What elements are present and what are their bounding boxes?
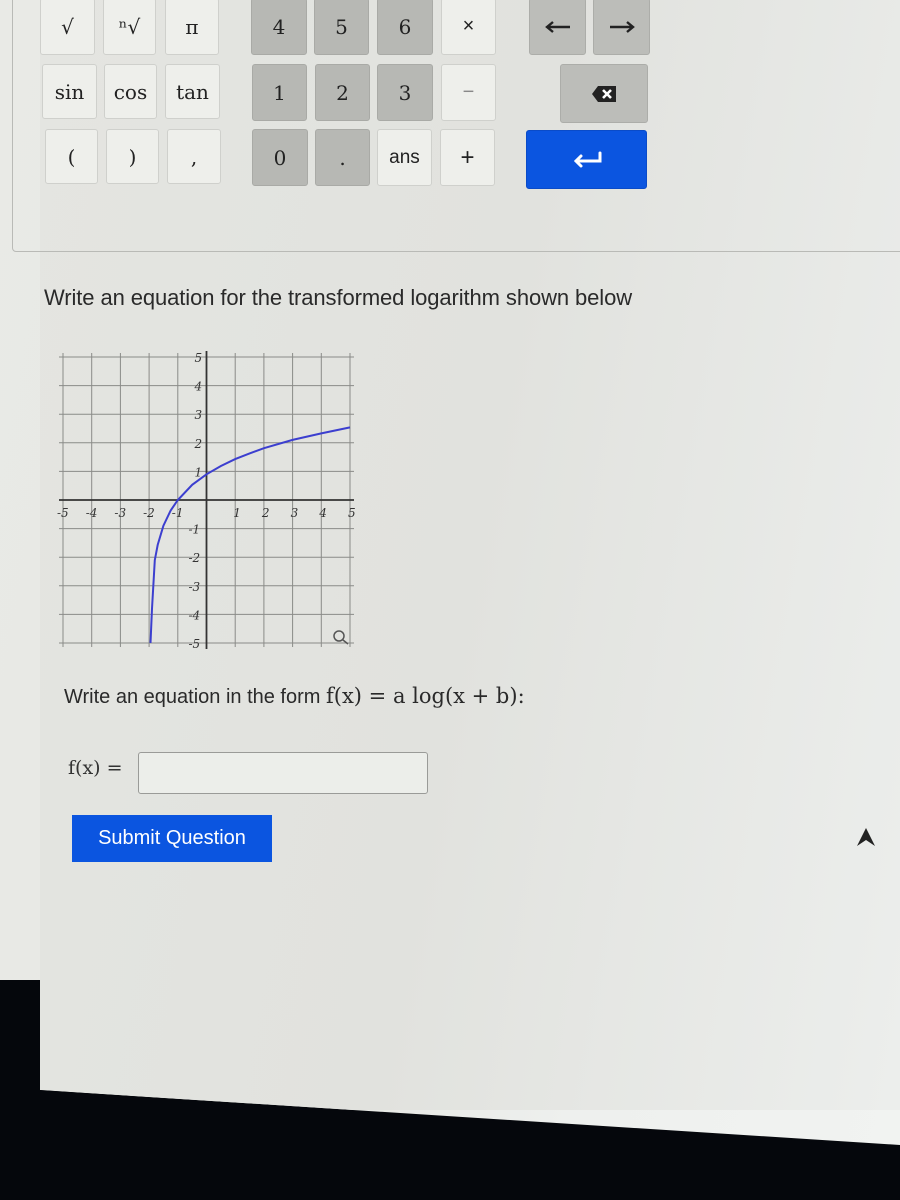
y-tick-label: 4 xyxy=(194,380,203,394)
x-tick-label: -2 xyxy=(143,506,155,520)
tan-label: tan xyxy=(176,79,209,104)
ans-key[interactable]: ans xyxy=(377,129,432,186)
backspace-icon xyxy=(592,85,616,102)
y-tick-label: -4 xyxy=(189,608,201,622)
close-paren-key[interactable]: ) xyxy=(106,129,159,184)
y-tick-label: -3 xyxy=(189,580,201,594)
tan-key[interactable]: tan xyxy=(165,64,220,119)
form-instruction-text: Write an equation in the form xyxy=(64,686,326,708)
multiply-label: × xyxy=(462,15,475,37)
key-0[interactable]: 0 xyxy=(252,129,308,186)
sqrt-key[interactable]: √ xyxy=(40,0,95,55)
ans-label: ans xyxy=(389,146,420,168)
sin-key[interactable]: sin xyxy=(42,64,97,119)
plus-label: + xyxy=(460,143,475,171)
y-tick-label: -1 xyxy=(189,523,201,537)
comma-key[interactable]: , xyxy=(167,129,221,184)
decimal-label: . xyxy=(339,145,346,170)
right-arrow-icon xyxy=(609,20,635,33)
answer-label: f(x) = xyxy=(68,757,123,779)
cursor-left-key[interactable] xyxy=(529,0,586,55)
x-tick-label: 4 xyxy=(318,506,327,520)
key-4-label: 4 xyxy=(272,14,286,39)
minus-label: − xyxy=(462,81,475,103)
pi-key[interactable]: π xyxy=(165,0,219,55)
magnifier-icon xyxy=(333,630,349,645)
key-2-label: 2 xyxy=(336,80,349,105)
x-tick-label: 3 xyxy=(291,506,299,520)
key-5[interactable]: 5 xyxy=(314,0,369,55)
sin-label: sin xyxy=(54,79,85,104)
key-1-label: 1 xyxy=(273,80,286,105)
multiply-key[interactable]: × xyxy=(441,0,496,55)
y-tick-label: 5 xyxy=(195,351,203,365)
nth-root-key[interactable]: ⁿ√ xyxy=(103,0,156,55)
answer-input[interactable] xyxy=(138,752,428,794)
mouse-cursor-icon xyxy=(857,828,875,846)
key-1[interactable]: 1 xyxy=(252,64,307,121)
cos-key[interactable]: cos xyxy=(104,64,157,119)
x-tick-label: 2 xyxy=(261,506,270,520)
y-tick-label: 2 xyxy=(194,437,203,451)
x-tick-label: -3 xyxy=(114,506,126,520)
backspace-key[interactable] xyxy=(560,64,648,123)
sqrt-label: √ xyxy=(61,14,74,39)
cursor-right-key[interactable] xyxy=(593,0,650,55)
question-prompt: Write an equation for the transformed lo… xyxy=(44,285,633,310)
close-paren-label: ) xyxy=(128,144,137,169)
form-instruction: Write an equation in the form f(x) = a l… xyxy=(64,684,525,709)
key-5-label: 5 xyxy=(335,14,348,39)
y-tick-label: 3 xyxy=(195,408,203,422)
decimal-key[interactable]: . xyxy=(315,129,370,186)
nth-root-label: ⁿ√ xyxy=(118,14,141,39)
x-tick-label: 5 xyxy=(348,506,356,520)
enter-key[interactable] xyxy=(526,130,647,189)
key-3-label: 3 xyxy=(398,80,412,105)
key-3[interactable]: 3 xyxy=(377,64,433,121)
key-6-label: 6 xyxy=(398,14,412,39)
cos-label: cos xyxy=(113,79,148,104)
x-tick-label: -4 xyxy=(86,506,98,520)
left-arrow-icon xyxy=(544,20,570,33)
y-tick-label: -5 xyxy=(189,637,201,651)
x-tick-label: 1 xyxy=(233,506,241,520)
y-tick-label: -2 xyxy=(189,551,201,565)
open-paren-label: ( xyxy=(67,144,76,169)
log-graph: -5 -4 -3 -2 -1 1 2 3 4 554321-1-2-3-4-5 xyxy=(57,351,356,651)
key-6[interactable]: 6 xyxy=(377,0,433,55)
open-paren-key[interactable]: ( xyxy=(45,129,98,184)
plus-key[interactable]: + xyxy=(440,129,495,186)
key-4[interactable]: 4 xyxy=(251,0,307,55)
key-0-label: 0 xyxy=(273,145,287,170)
minus-key[interactable]: − xyxy=(441,64,496,121)
form-equation: f(x) = a log(x + b): xyxy=(326,684,525,708)
pi-label: π xyxy=(185,14,199,39)
key-2[interactable]: 2 xyxy=(315,64,370,121)
x-tick-label: -5 xyxy=(57,506,69,520)
enter-icon xyxy=(573,151,601,167)
submit-question-button[interactable]: Submit Question xyxy=(72,815,272,862)
comma-label: , xyxy=(190,144,198,169)
log-curve xyxy=(149,426,351,644)
x-tick-label: -1 xyxy=(172,506,184,520)
